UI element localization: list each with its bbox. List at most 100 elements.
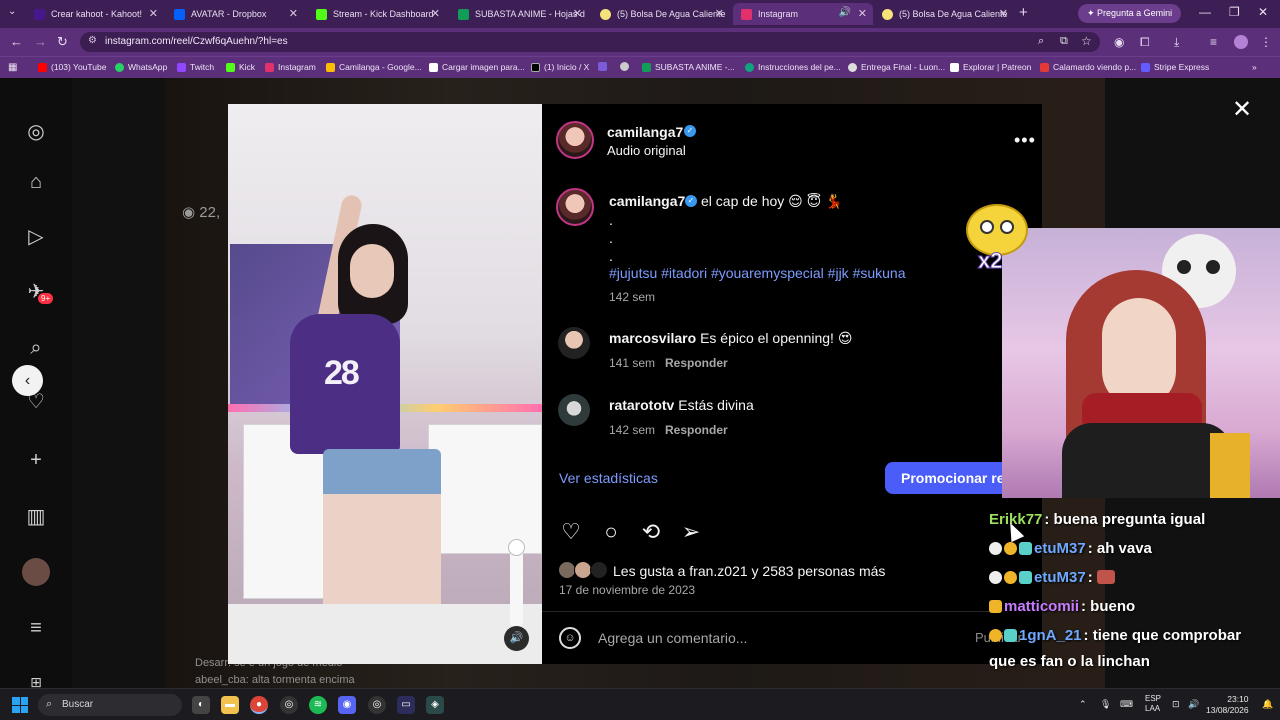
notifications-icon[interactable]: 🔔 [1262, 699, 1273, 710]
extensions-puzzle-icon[interactable]: ⧠ [1140, 35, 1150, 50]
tab-kick-dashboard[interactable]: Stream - Kick Dashboard ✕ [308, 3, 446, 25]
spotify-icon[interactable]: ≋ [309, 696, 327, 714]
close-tab-icon[interactable]: ✕ [715, 7, 724, 20]
repost-icon[interactable]: ⟲ [638, 519, 664, 545]
forward-icon[interactable]: → [34, 34, 47, 49]
tab-kahoot[interactable]: Crear kahoot - Kahoot! ✕ [26, 3, 164, 25]
close-tab-icon[interactable]: ✕ [573, 7, 582, 20]
new-tab-button[interactable]: + [1019, 4, 1028, 21]
close-modal-icon[interactable]: ✕ [1232, 95, 1252, 124]
emoji-icon[interactable]: ☺ [559, 627, 581, 649]
author-username[interactable]: camilanga7 [607, 124, 683, 140]
home-icon[interactable]: ⌂ [22, 168, 50, 196]
bookmark-app-1[interactable] [598, 62, 611, 71]
bookmark-calamardo[interactable]: Calamardo viendo p... [1040, 62, 1136, 72]
download-icon[interactable]: ⤓ [1174, 35, 1179, 50]
caption-username[interactable]: camilanga7 [609, 193, 685, 209]
close-tab-icon[interactable]: ✕ [149, 7, 158, 20]
language-indicator[interactable]: ESP LAA [1145, 694, 1161, 714]
likes-summary[interactable]: Les gusta a fran.z021 y 2583 personas má… [613, 563, 885, 579]
instagram-logo-icon[interactable]: ◎ [22, 118, 50, 146]
search-icon[interactable]: ⌕ [22, 334, 50, 362]
bookmark-subasta[interactable]: SUBASTA ANIME -... [642, 62, 735, 72]
file-explorer-icon[interactable]: ▬ [221, 696, 239, 714]
caption-avatar[interactable] [556, 188, 594, 226]
comment-username[interactable]: marcosvilaro [609, 330, 696, 346]
back-icon[interactable]: ← [10, 34, 23, 49]
tab-instagram[interactable]: Instagram 🔊 ✕ [733, 3, 873, 25]
bookmark-entrega-final[interactable]: Entrega Final - Luon... [848, 62, 945, 72]
reply-link[interactable]: Responder [665, 356, 728, 370]
more-bookmarks-icon[interactable]: » [1252, 62, 1257, 72]
reels-icon[interactable]: ▷ [22, 223, 50, 251]
widgets-icon[interactable]: ◐ [192, 696, 210, 714]
bookmark-youtube[interactable]: (103) YouTube [38, 62, 106, 72]
obs-icon[interactable]: ◎ [280, 696, 298, 714]
network-icon[interactable]: ⊡ [1172, 699, 1180, 710]
install-icon[interactable]: ⧉ [1060, 35, 1068, 48]
zoom-icon[interactable]: ⌕ [1038, 35, 1044, 48]
extension-icon[interactable]: ◉ [1114, 35, 1124, 49]
volume-icon[interactable]: 🔊 [504, 626, 529, 651]
apps-icon[interactable]: ▦ [8, 62, 17, 73]
tab-bolsa-agua-2[interactable]: (5) Bolsa De Agua Caliente ✕ [874, 3, 1014, 25]
gemini-button[interactable]: ✦ Pregunta a Gemini [1078, 4, 1182, 23]
address-bar[interactable]: ⚙ instagram.com/reel/Czwf6qAuehn/?hl=es … [80, 32, 1100, 52]
promote-reel-button[interactable]: Promocionar ree [885, 462, 1013, 494]
bookmark-google-drive[interactable]: Camilanga - Google... [326, 62, 422, 72]
close-tab-icon[interactable]: ✕ [858, 7, 867, 20]
minimize-icon[interactable]: — [1199, 5, 1211, 19]
site-info-icon[interactable]: ⚙ [88, 35, 97, 46]
more-menu-icon[interactable]: ≡ [22, 614, 50, 642]
profile-avatar-icon[interactable] [22, 558, 50, 586]
comment-avatar[interactable] [558, 394, 590, 426]
audio-link[interactable]: Audio original [607, 143, 686, 158]
menu-icon[interactable]: ⋮ [1260, 35, 1272, 49]
tab-bolsa-agua-1[interactable]: (5) Bolsa De Agua Caliente ✕ [592, 3, 730, 25]
close-tab-icon[interactable]: ✕ [289, 7, 298, 20]
taskbar-search[interactable]: ⌕ Buscar [38, 694, 182, 716]
bookmark-instagram[interactable]: Instagram [265, 62, 316, 72]
create-icon[interactable]: + [22, 446, 50, 474]
tab-dropbox[interactable]: AVATAR - Dropbox ✕ [166, 3, 304, 25]
comment-username[interactable]: ratarototv [609, 397, 674, 413]
tab-audio-icon[interactable]: 🔊 [839, 7, 851, 18]
view-insights-link[interactable]: Ver estadísticas [559, 470, 658, 486]
previous-post-button[interactable]: ‹ [12, 365, 43, 396]
chrome-icon[interactable]: ● [250, 696, 268, 714]
tab-subasta-anime[interactable]: SUBASTA ANIME - Hojas d ✕ [450, 3, 588, 25]
bookmark-x[interactable]: (1) Inicio / X [531, 62, 589, 72]
close-tab-icon[interactable]: ✕ [999, 7, 1008, 20]
reload-icon[interactable]: ↻ [57, 34, 68, 50]
keyboard-icon[interactable]: ⌨ [1120, 699, 1133, 710]
reel-video[interactable]: 28 [228, 104, 542, 664]
maximize-icon[interactable]: ❐ [1229, 5, 1240, 19]
tab-search-icon[interactable]: ⌄ [8, 6, 16, 17]
share-icon[interactable]: ➢ [678, 519, 704, 545]
bookmark-patreon[interactable]: Explorar | Patreon [950, 62, 1031, 72]
start-menu-icon[interactable] [12, 697, 28, 713]
app-icon[interactable]: ▭ [397, 696, 415, 714]
author-avatar[interactable] [556, 121, 594, 159]
microphone-icon[interactable]: 🎙 [1100, 699, 1111, 710]
discord-icon[interactable]: ◉ [338, 696, 356, 714]
bookmark-star-icon[interactable]: ☆ [1081, 34, 1092, 48]
close-tab-icon[interactable]: ✕ [431, 7, 440, 20]
bookmark-whatsapp[interactable]: WhatsApp [115, 62, 167, 72]
app-icon[interactable]: ◈ [426, 696, 444, 714]
speaker-icon[interactable]: 🔊 [1188, 699, 1199, 710]
profile-avatar[interactable] [1234, 35, 1248, 49]
bookmark-app-2[interactable] [620, 62, 633, 71]
reply-link[interactable]: Responder [665, 423, 728, 437]
bookmark-chatgpt[interactable]: Instrucciones del pe... [745, 62, 841, 72]
reading-list-icon[interactable]: ≡ [1210, 35, 1217, 49]
volume-slider-handle[interactable] [508, 539, 525, 556]
bookmark-twitch[interactable]: Twitch [177, 62, 214, 72]
bookmark-stripe[interactable]: Stripe Express [1141, 62, 1209, 72]
tray-overflow-icon[interactable]: ⌃ [1079, 699, 1087, 710]
bookmark-kick[interactable]: Kick [226, 62, 255, 72]
comment-input[interactable]: Agrega un comentario... [598, 630, 747, 646]
more-options-icon[interactable]: ••• [1014, 130, 1036, 151]
insights-icon[interactable]: ▥ [22, 503, 50, 531]
like-icon[interactable]: ♡ [558, 519, 584, 545]
